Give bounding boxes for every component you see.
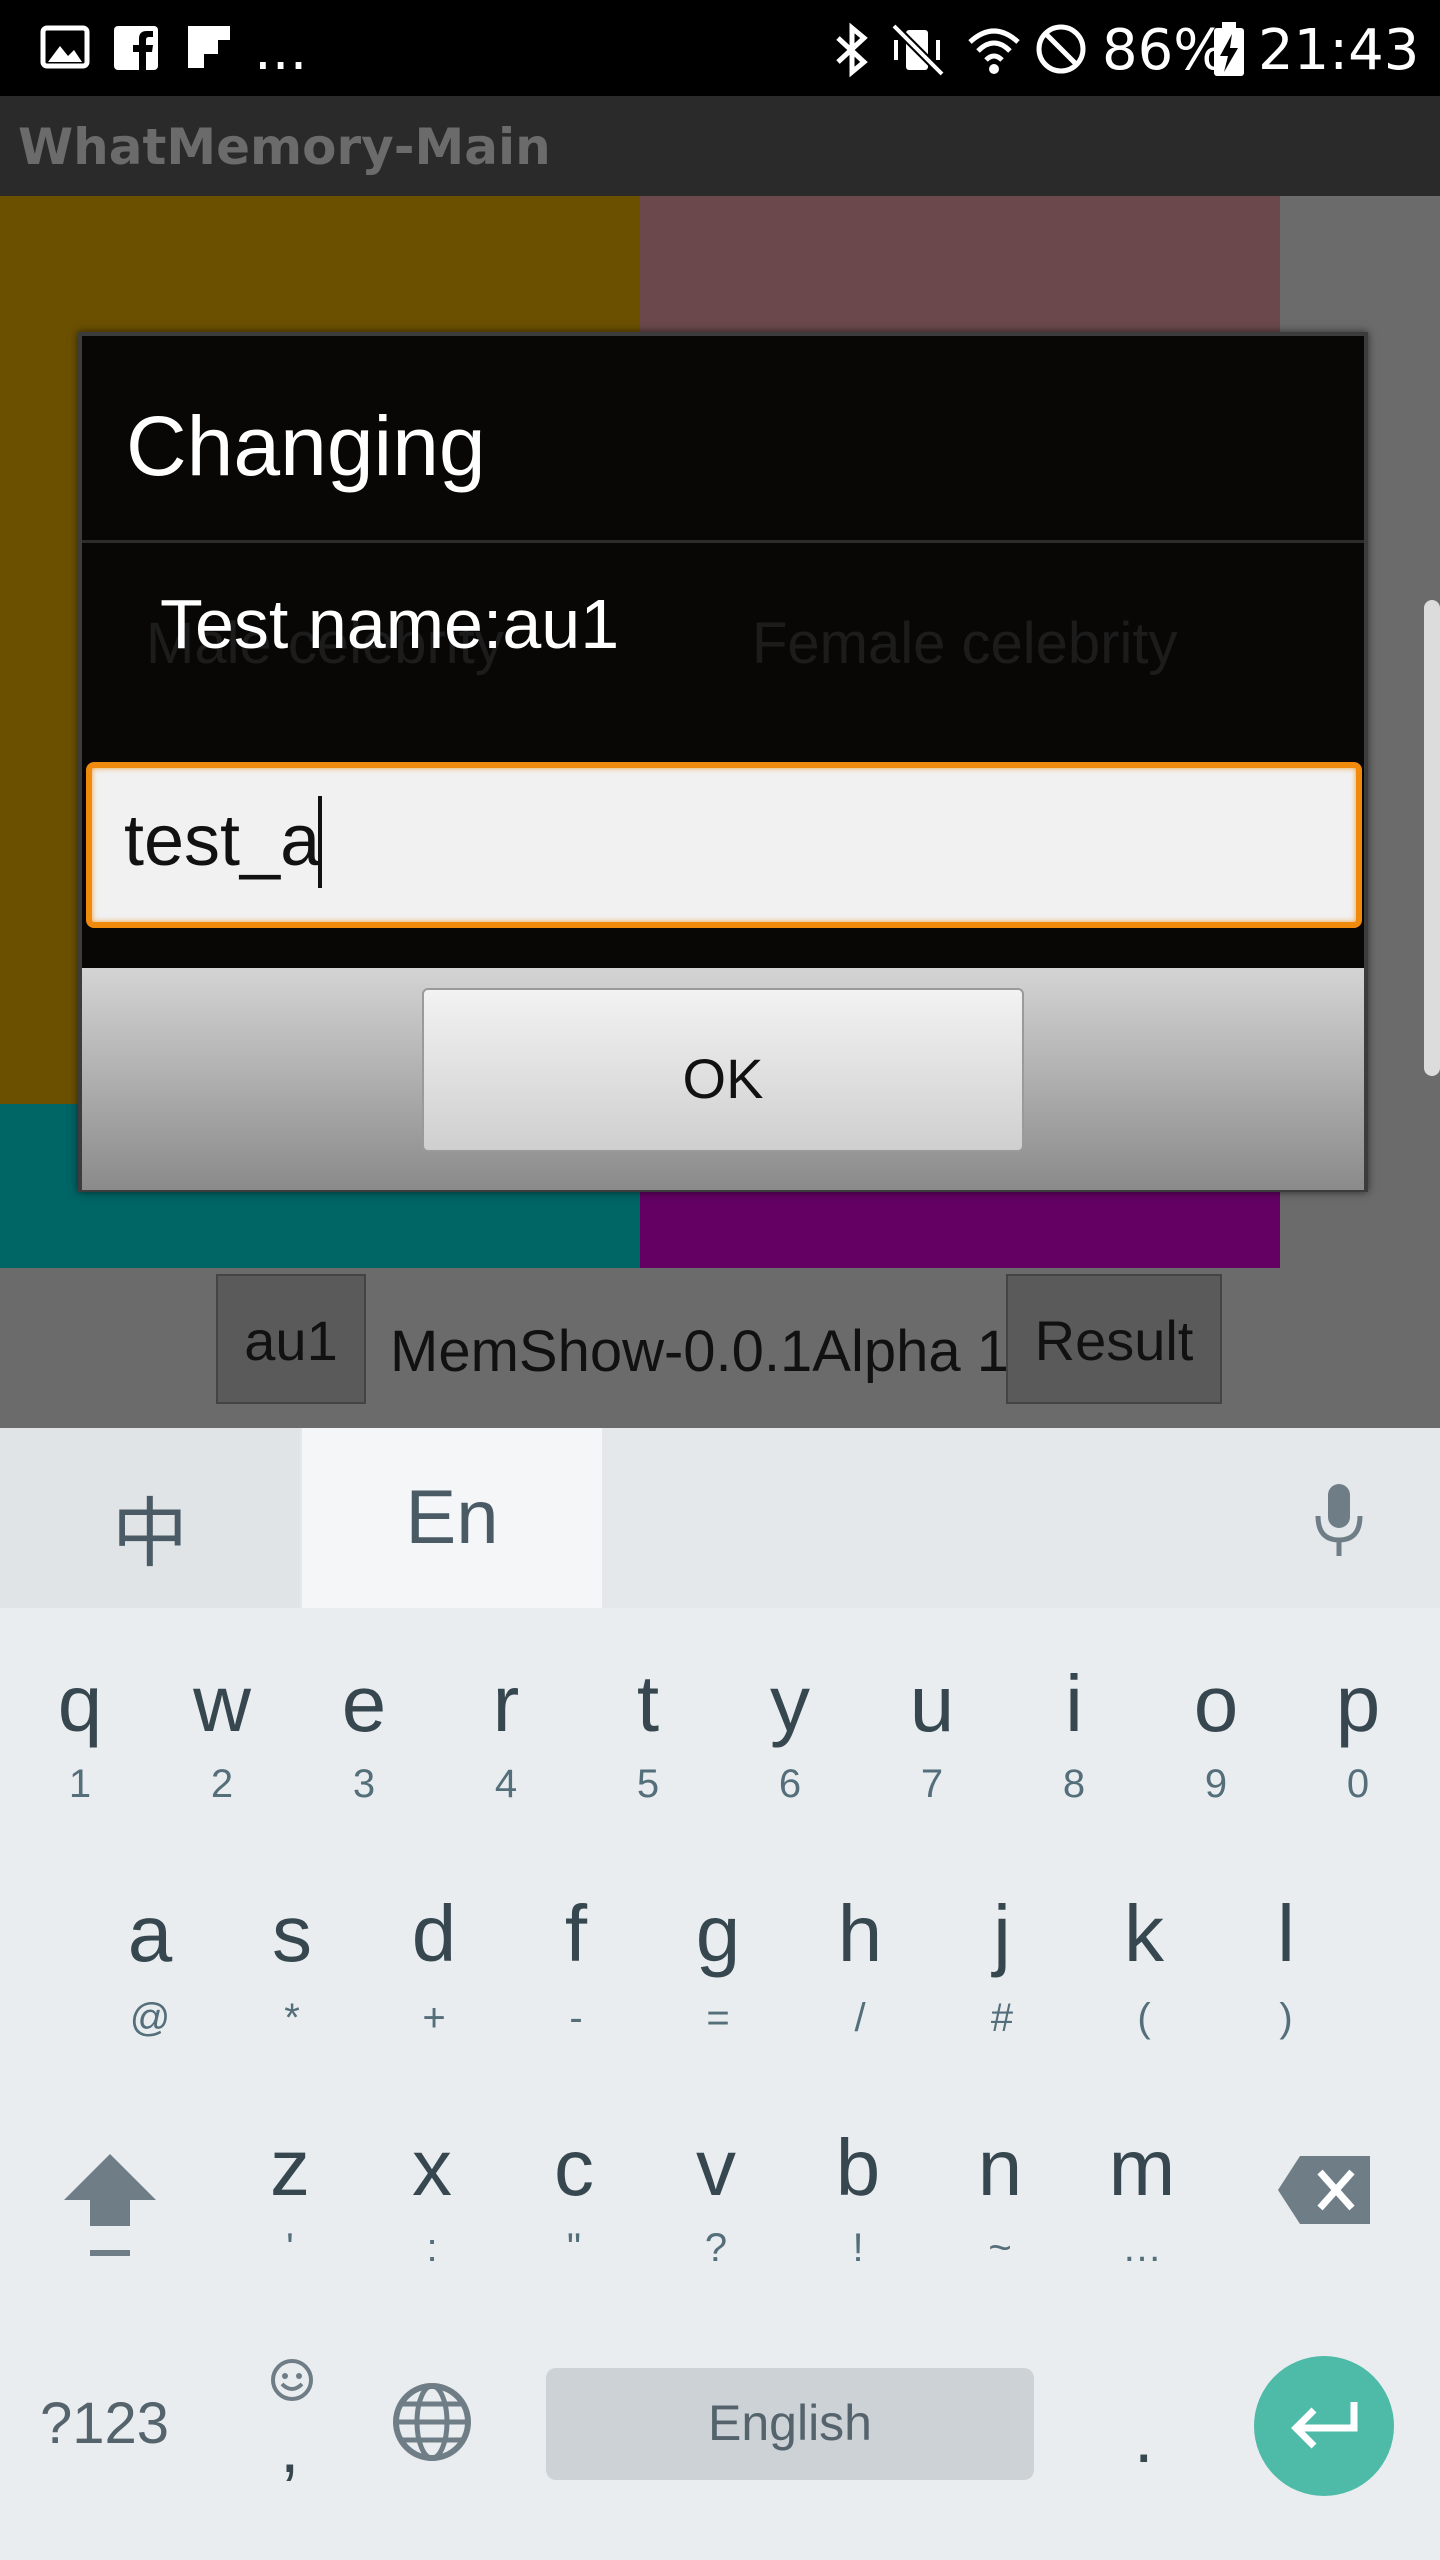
key-g[interactable]: g bbox=[648, 1888, 788, 1980]
dialog-message: Test name:au1 bbox=[160, 585, 620, 663]
key-l[interactable]: l bbox=[1216, 1888, 1356, 1980]
key-w-secondary: 2 bbox=[210, 1762, 234, 1806]
flipboard-icon bbox=[188, 26, 230, 68]
dialog-title: Changing bbox=[126, 399, 486, 493]
key-a-secondary: @ bbox=[129, 1996, 171, 2040]
key-e[interactable]: e bbox=[294, 1658, 434, 1750]
key-w[interactable]: w bbox=[152, 1658, 292, 1750]
microphone-icon[interactable] bbox=[1306, 1482, 1372, 1562]
key-i-secondary: 8 bbox=[1062, 1762, 1086, 1806]
key-s[interactable]: s bbox=[222, 1888, 362, 1980]
shift-icon[interactable] bbox=[62, 2146, 158, 2262]
key-j-secondary: # bbox=[990, 1996, 1014, 2040]
key-h-secondary: / bbox=[854, 1996, 866, 2040]
vibrate-mute-icon bbox=[891, 23, 945, 77]
gallery-icon bbox=[40, 25, 90, 69]
key-l-secondary: ) bbox=[1279, 1996, 1293, 2040]
text-caret bbox=[318, 796, 322, 888]
key-o-secondary: 9 bbox=[1204, 1762, 1228, 1806]
key-f-secondary: - bbox=[569, 1996, 583, 2040]
tab-english[interactable]: En bbox=[302, 1428, 602, 1608]
do-not-disturb-icon bbox=[1036, 24, 1086, 74]
key-k-secondary: ( bbox=[1137, 1996, 1151, 2040]
key-h[interactable]: h bbox=[790, 1888, 930, 1980]
key-v-secondary: ? bbox=[704, 2226, 728, 2270]
key-z[interactable]: z bbox=[220, 2122, 360, 2214]
key-a[interactable]: a bbox=[80, 1888, 220, 1980]
key-o[interactable]: o bbox=[1146, 1658, 1286, 1750]
enter-arrow-icon bbox=[1291, 2402, 1358, 2449]
key-p-secondary: 0 bbox=[1346, 1762, 1370, 1806]
space-bar-label: English bbox=[708, 2395, 872, 2451]
au1-button-label: au1 bbox=[244, 1309, 338, 1372]
key-m-secondary: … bbox=[1122, 2226, 1162, 2270]
version-text: MemShow-0.0.1Alpha 1 bbox=[390, 1319, 1009, 1384]
symbols-key[interactable]: ?123 bbox=[40, 2390, 169, 2457]
key-e-secondary: 3 bbox=[352, 1762, 376, 1806]
key-q-secondary: 1 bbox=[68, 1762, 92, 1806]
key-c-secondary: " bbox=[566, 2226, 582, 2270]
key-q[interactable]: q bbox=[10, 1658, 150, 1750]
key-b-secondary: ! bbox=[852, 2226, 864, 2270]
key-b[interactable]: b bbox=[788, 2122, 928, 2214]
key-g-secondary: = bbox=[706, 1996, 730, 2040]
period-key[interactable]: . bbox=[1134, 2398, 1153, 2478]
test-name-input-value: test_a bbox=[124, 801, 321, 881]
key-p[interactable]: p bbox=[1288, 1658, 1428, 1750]
key-c[interactable]: c bbox=[504, 2122, 644, 2214]
clock: 21:43 bbox=[1258, 18, 1420, 83]
key-t[interactable]: t bbox=[578, 1658, 718, 1750]
key-d-secondary: + bbox=[422, 1996, 446, 2040]
wifi-icon bbox=[968, 28, 1020, 74]
dialog-divider bbox=[82, 540, 1364, 543]
key-r[interactable]: r bbox=[436, 1658, 576, 1750]
key-y[interactable]: y bbox=[720, 1658, 860, 1750]
key-n-secondary: ~ bbox=[988, 2226, 1012, 2270]
key-m[interactable]: m bbox=[1072, 2122, 1212, 2214]
key-r-secondary: 4 bbox=[494, 1762, 518, 1806]
key-x[interactable]: x bbox=[362, 2122, 502, 2214]
app-title: WhatMemory-Main bbox=[18, 118, 551, 176]
key-u[interactable]: u bbox=[862, 1658, 1002, 1750]
battery-charging-icon bbox=[1214, 22, 1244, 76]
globe-icon[interactable] bbox=[390, 2380, 474, 2464]
key-z-secondary: ' bbox=[286, 2226, 294, 2270]
key-k[interactable]: k bbox=[1074, 1888, 1214, 1980]
female-celebrity-label: Female celebrity bbox=[752, 611, 1178, 676]
tab-chinese-label: 中 bbox=[112, 1492, 188, 1577]
battery-percent: 86% bbox=[1102, 18, 1227, 83]
key-t-secondary: 5 bbox=[636, 1762, 660, 1806]
tab-english-label: En bbox=[405, 1475, 499, 1560]
enter-key[interactable] bbox=[1254, 2356, 1394, 2496]
key-y-secondary: 6 bbox=[778, 1762, 802, 1806]
backspace-icon[interactable] bbox=[1276, 2154, 1372, 2226]
key-n[interactable]: n bbox=[930, 2122, 1070, 2214]
key-f[interactable]: f bbox=[506, 1888, 646, 1980]
bluetooth-icon bbox=[836, 22, 868, 78]
status-overflow: ... bbox=[254, 18, 308, 83]
key-u-secondary: 7 bbox=[920, 1762, 944, 1806]
key-v[interactable]: v bbox=[646, 2122, 786, 2214]
status-bar: ... 86% 21:43 bbox=[0, 0, 1440, 96]
facebook-icon bbox=[114, 26, 158, 70]
result-button-label: Result bbox=[1034, 1309, 1194, 1372]
key-d[interactable]: d bbox=[364, 1888, 504, 1980]
ok-button-label: OK bbox=[682, 1047, 764, 1110]
key-x-secondary: : bbox=[426, 2226, 438, 2270]
key-s-secondary: * bbox=[284, 1996, 300, 2040]
tab-chinese[interactable]: 中 bbox=[0, 1428, 300, 1608]
key-i[interactable]: i bbox=[1004, 1658, 1144, 1750]
key-j[interactable]: j bbox=[932, 1888, 1072, 1980]
scrollbar[interactable] bbox=[1424, 600, 1440, 1076]
comma-key[interactable]: , bbox=[280, 2408, 299, 2488]
emoji-icon[interactable] bbox=[268, 2356, 316, 2404]
